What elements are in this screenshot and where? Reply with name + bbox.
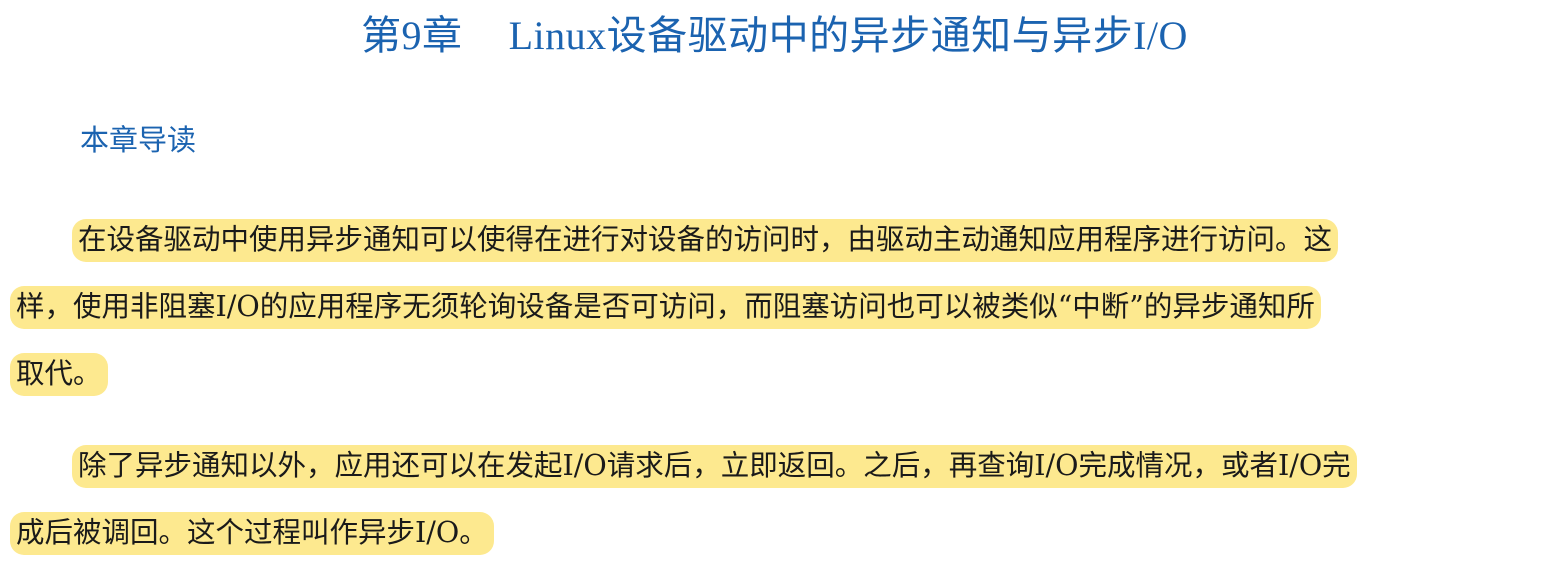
paragraph-line: 成后被调回。这个过程叫作异步I/O。 — [10, 499, 1530, 566]
highlighted-text: 除了异步通知以外，应用还可以在发起I/O请求后，立即返回。之后，再查询I/O完成… — [72, 445, 1357, 488]
document-page: 第9章 Linux设备驱动中的异步通知与异步I/O 本章导读 在设备驱动中使用异步… — [0, 0, 1549, 565]
paragraph-line: 除了异步通知以外，应用还可以在发起I/O请求后，立即返回。之后，再查询I/O完成… — [10, 432, 1530, 499]
paragraph-line: 取代。 — [10, 340, 1530, 407]
highlighted-text: 样，使用非阻塞I/O的应用程序无须轮询设备是否可访问，而阻塞访问也可以被类似“中… — [10, 286, 1321, 329]
chapter-title: 第9章 Linux设备驱动中的异步通知与异步I/O — [0, 10, 1549, 62]
highlighted-text: 在设备驱动中使用异步通知可以使得在进行对设备的访问时，由驱动主动通知应用程序进行… — [72, 219, 1339, 262]
paragraph-async-notification: 在设备驱动中使用异步通知可以使得在进行对设备的访问时，由驱动主动通知应用程序进行… — [10, 206, 1530, 407]
highlighted-text: 成后被调回。这个过程叫作异步I/O。 — [10, 512, 494, 555]
chapter-number: 第9章 — [361, 13, 463, 58]
section-heading: 本章导读 — [80, 123, 197, 157]
paragraph-async-io: 除了异步通知以外，应用还可以在发起I/O请求后，立即返回。之后，再查询I/O完成… — [10, 432, 1530, 566]
paragraph-line: 在设备驱动中使用异步通知可以使得在进行对设备的访问时，由驱动主动通知应用程序进行… — [10, 206, 1530, 273]
chapter-name: Linux设备驱动中的异步通知与异步I/O — [508, 13, 1188, 58]
highlighted-text: 取代。 — [10, 353, 108, 396]
paragraph-line: 样，使用非阻塞I/O的应用程序无须轮询设备是否可访问，而阻塞访问也可以被类似“中… — [10, 273, 1530, 340]
